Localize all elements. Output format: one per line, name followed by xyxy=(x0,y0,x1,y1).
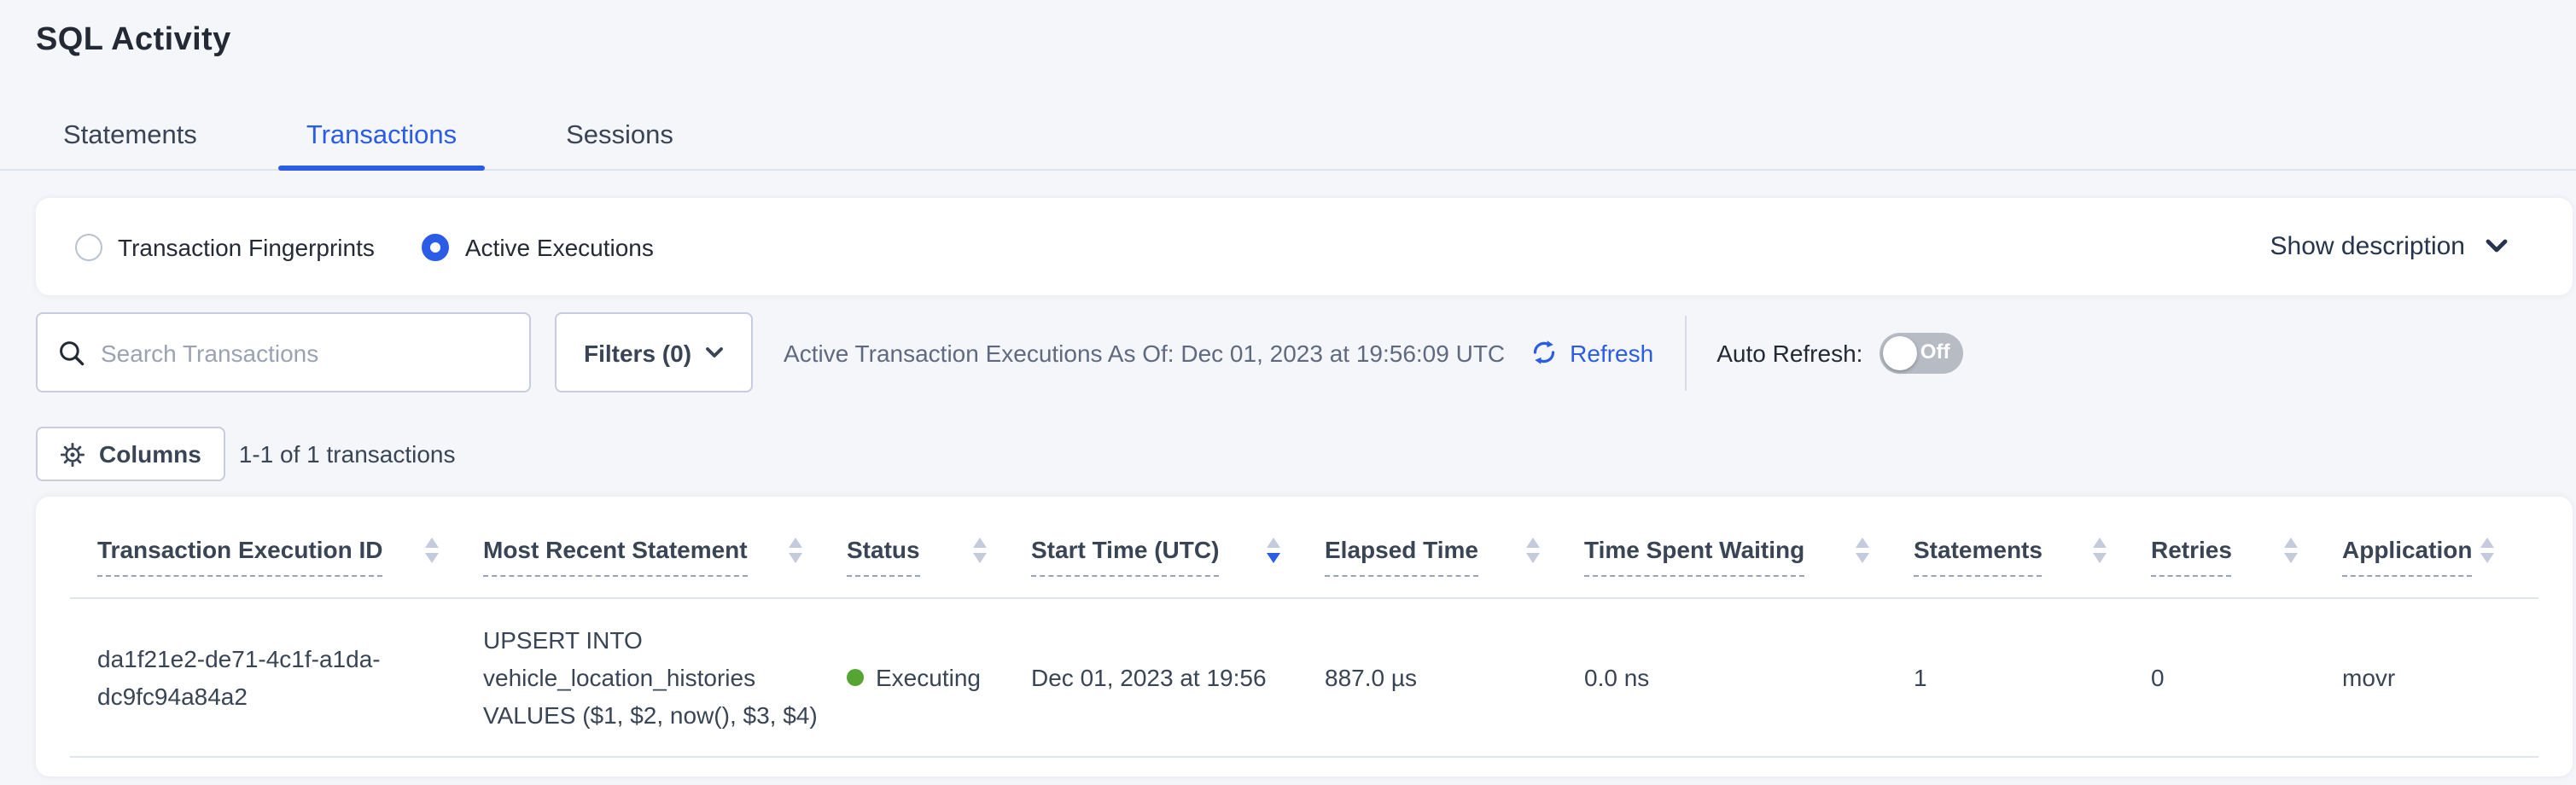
cell-start-time: Dec 01, 2023 at 19:56 xyxy=(1031,659,1325,696)
toggle-state-label: Off xyxy=(1920,340,1950,363)
sort-arrows-active-desc-icon xyxy=(1267,536,1280,563)
radio-transaction-fingerprints[interactable]: Transaction Fingerprints xyxy=(75,233,375,260)
chevron-down-icon xyxy=(2486,239,2508,254)
filters-button[interactable]: Filters (0) xyxy=(555,312,753,392)
sort-arrows-icon xyxy=(1526,536,1540,563)
status-label: Executing xyxy=(876,659,981,696)
refresh-icon xyxy=(1529,338,1558,367)
auto-refresh-label: Auto Refresh: xyxy=(1716,339,1862,366)
cell-most-recent-statement: UPSERT INTO vehicle_location_histories V… xyxy=(483,621,847,734)
as-of-timestamp: Active Transaction Executions As Of: Dec… xyxy=(784,339,1505,366)
column-header-start-time[interactable]: Start Time (UTC) xyxy=(1031,536,1325,577)
column-header-transaction-execution-id[interactable]: Transaction Execution ID xyxy=(70,536,483,577)
sort-arrows-icon xyxy=(789,536,802,563)
search-input[interactable] xyxy=(101,339,509,366)
show-description-toggle[interactable]: Show description xyxy=(2270,232,2508,261)
tab-bar: Statements Transactions Sessions xyxy=(0,121,2576,171)
cell-time-spent-waiting: 0.0 ns xyxy=(1584,659,1914,696)
sort-arrows-icon xyxy=(973,536,987,563)
column-header-retries[interactable]: Retries xyxy=(2151,536,2342,577)
sort-arrows-icon xyxy=(425,536,439,563)
cell-retries: 0 xyxy=(2151,659,2342,696)
sql-activity-page: SQL Activity Statements Transactions Ses… xyxy=(0,0,2576,785)
radio-selected-icon[interactable] xyxy=(423,233,450,260)
column-header-time-spent-waiting[interactable]: Time Spent Waiting xyxy=(1584,536,1914,577)
sort-arrows-icon xyxy=(2093,536,2107,563)
cell-elapsed-time: 887.0 µs xyxy=(1325,659,1584,696)
refresh-button[interactable]: Refresh xyxy=(1529,338,1653,367)
cell-application: movr xyxy=(2342,659,2538,696)
gear-icon xyxy=(60,441,85,467)
radio-active-executions[interactable]: Active Executions xyxy=(423,233,654,260)
cell-statements: 1 xyxy=(1914,659,2151,696)
page-title: SQL Activity xyxy=(0,0,2576,60)
search-icon xyxy=(58,339,85,366)
radio-label: Active Executions xyxy=(465,233,654,260)
tab-transactions[interactable]: Transactions xyxy=(279,121,484,169)
sort-arrows-icon xyxy=(2480,536,2494,563)
table-row[interactable]: da1f21e2-de71-4c1f-a1da-dc9fc94a84a2 UPS… xyxy=(70,599,2538,758)
sort-arrows-icon xyxy=(1856,536,1869,563)
column-header-statements[interactable]: Statements xyxy=(1914,536,2151,577)
column-header-application[interactable]: Application xyxy=(2342,536,2538,577)
columns-button[interactable]: Columns xyxy=(36,427,225,481)
column-header-status[interactable]: Status xyxy=(847,536,1031,577)
cell-status: Executing xyxy=(847,659,1031,696)
active-tab-indicator xyxy=(279,166,484,171)
search-box[interactable] xyxy=(36,312,531,392)
toggle-knob xyxy=(1883,335,1917,369)
result-count: 1-1 of 1 transactions xyxy=(239,440,456,468)
view-options-card: Transaction Fingerprints Active Executio… xyxy=(36,198,2573,295)
tab-sessions[interactable]: Sessions xyxy=(539,121,701,169)
radio-unselected-icon[interactable] xyxy=(75,233,102,260)
auto-refresh-toggle[interactable]: Off xyxy=(1880,332,1963,373)
column-header-elapsed-time[interactable]: Elapsed Time xyxy=(1325,536,1584,577)
results-toolbar: Columns 1-1 of 1 transactions xyxy=(36,427,2576,481)
transactions-table-card: Transaction Execution ID Most Recent Sta… xyxy=(36,497,2573,776)
tab-statements[interactable]: Statements xyxy=(36,121,224,169)
radio-label: Transaction Fingerprints xyxy=(118,233,375,260)
vertical-divider xyxy=(1684,315,1686,390)
column-header-most-recent-statement[interactable]: Most Recent Statement xyxy=(483,536,847,577)
executing-status-dot-icon xyxy=(847,669,864,686)
chevron-down-icon xyxy=(705,346,724,359)
cell-transaction-execution-id: da1f21e2-de71-4c1f-a1da-dc9fc94a84a2 xyxy=(70,640,483,715)
table-header-row: Transaction Execution ID Most Recent Sta… xyxy=(70,497,2538,599)
filter-toolbar: Filters (0) Active Transaction Execution… xyxy=(36,312,2576,392)
sort-arrows-icon xyxy=(2284,536,2298,563)
